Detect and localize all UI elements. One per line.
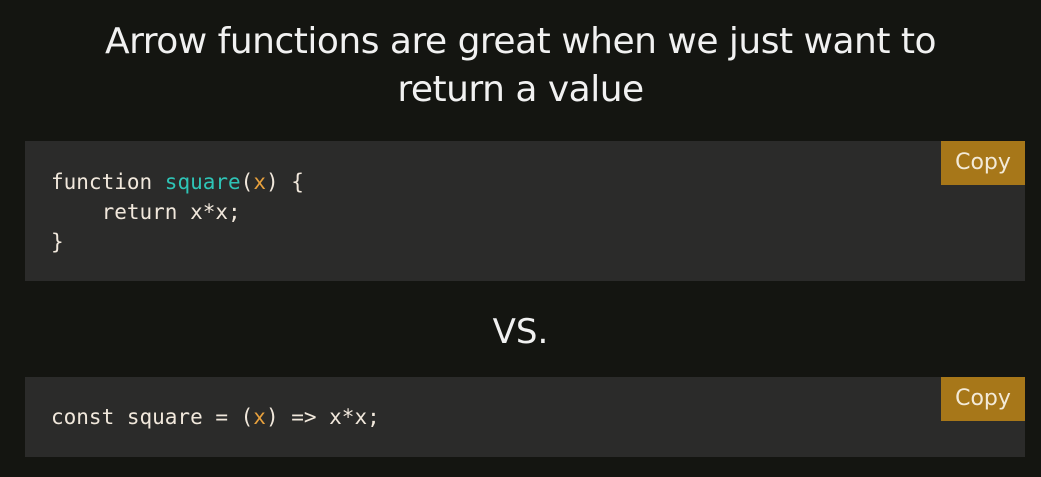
function-declaration-code-block: function square(x) { return x*x; } Copy [25,141,1025,281]
parameter-x: x [253,405,266,429]
code-line: const square = (x) => x*x; [51,405,380,429]
copy-button[interactable]: Copy [941,141,1025,185]
function-declaration-code: function square(x) { return x*x; } [51,167,304,257]
slide-title-line-1: Arrow functions are great when we just w… [104,21,937,62]
slide-title-line-2: return a value [397,69,644,110]
code-line: return x*x; [51,200,241,224]
arrow-function-code-block: const square = (x) => x*x; Copy [25,377,1025,457]
code-line-rest: ) => x*x; [265,405,380,429]
function-name: square [164,170,241,194]
copy-button[interactable]: Copy [941,377,1025,421]
open-paren: ( [240,170,254,194]
code-line: } [51,230,64,254]
vs-label: VS. [492,312,549,352]
function-keyword: function [51,170,165,194]
code-line: function square(x) { [51,170,304,194]
arrow-function-code: const square = (x) => x*x; [51,402,380,432]
slide-title: Arrow functions are great when we just w… [0,18,1041,114]
parameter-x: x [253,170,266,194]
code-line-rest: ) { [265,170,304,194]
code-line-prefix: const square = ( [51,405,254,429]
